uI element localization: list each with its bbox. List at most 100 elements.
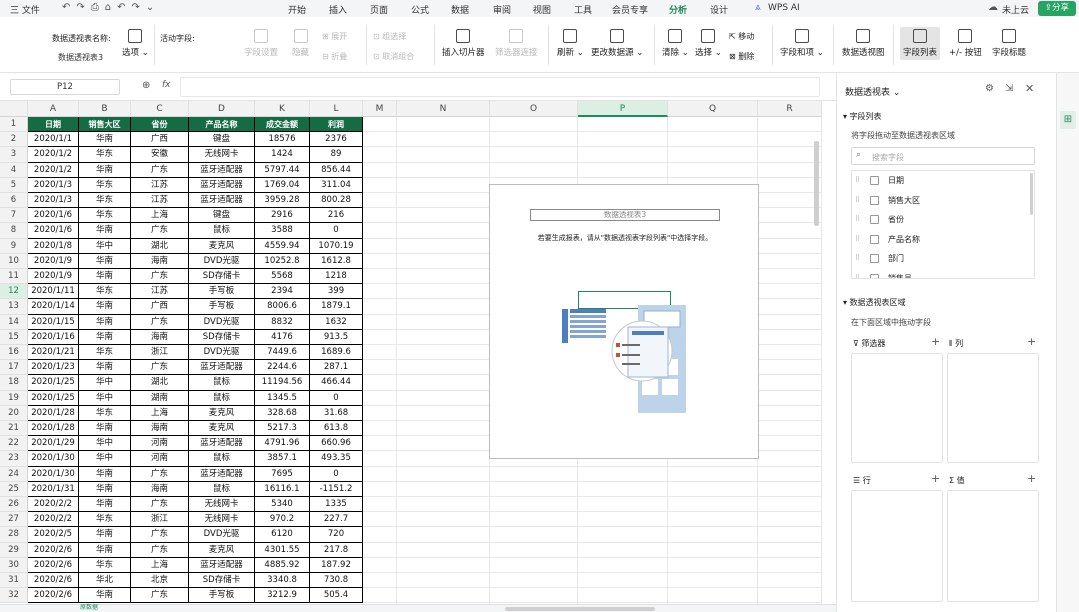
table-cell[interactable]: 5797.44: [255, 162, 310, 178]
column-header-c[interactable]: C: [131, 101, 189, 117]
row-header[interactable]: 21: [0, 421, 28, 437]
table-cell[interactable]: DVD光驱: [189, 345, 255, 361]
search-input[interactable]: 搜索字段: [872, 152, 904, 163]
table-cell[interactable]: 7695: [255, 466, 310, 482]
table-cell[interactable]: 鼠标: [189, 223, 255, 239]
column-header-a[interactable]: A: [28, 101, 79, 117]
tab-page[interactable]: 页面: [370, 3, 388, 16]
fx-icon[interactable]: fx: [162, 80, 171, 90]
field-settings-button[interactable]: 字段设置: [244, 29, 278, 58]
table-cell[interactable]: 华南: [79, 253, 131, 269]
table-cell[interactable]: 3857.1: [255, 451, 310, 467]
table-cell[interactable]: 970.2: [255, 512, 310, 528]
column-header-n[interactable]: N: [397, 101, 490, 117]
table-cell[interactable]: 1769.04: [255, 177, 310, 193]
row-drop-zone[interactable]: [851, 490, 943, 602]
table-cell[interactable]: 216: [310, 208, 363, 224]
move-button[interactable]: ⇱ 移动: [729, 31, 754, 42]
table-cell[interactable]: 505.4: [310, 588, 363, 604]
table-cell[interactable]: 蓝牙适配器: [189, 177, 255, 193]
table-cell[interactable]: 1070.19: [310, 238, 363, 254]
table-cell[interactable]: 2020/1/30: [28, 451, 79, 467]
table-cell[interactable]: 湖南: [131, 390, 189, 406]
column-header-d[interactable]: D: [189, 101, 255, 117]
column-header-k[interactable]: K: [255, 101, 310, 117]
table-cell[interactable]: 466.44: [310, 375, 363, 391]
field-item-label[interactable]: 部门: [888, 253, 904, 264]
table-cell[interactable]: SD存储卡: [189, 573, 255, 589]
table-cell[interactable]: 31.68: [310, 405, 363, 421]
horizontal-scrollbar-thumb[interactable]: [505, 607, 655, 611]
row-header[interactable]: 22: [0, 436, 28, 452]
table-cell[interactable]: 2020/1/3: [28, 193, 79, 209]
table-cell[interactable]: 187.92: [310, 557, 363, 573]
table-cell[interactable]: 800.28: [310, 193, 363, 209]
table-cell[interactable]: 键盘: [189, 132, 255, 148]
table-cell[interactable]: 河南: [131, 451, 189, 467]
column-header-m[interactable]: M: [363, 101, 397, 117]
table-cell[interactable]: 287.1: [310, 360, 363, 376]
table-header-cell[interactable]: 日期: [28, 117, 79, 133]
tab-analyze[interactable]: 分析: [669, 3, 688, 19]
table-cell[interactable]: 4559.94: [255, 238, 310, 254]
table-cell[interactable]: 2020/2/6: [28, 573, 79, 589]
field-item-label[interactable]: 产品名称: [888, 234, 920, 245]
row-header[interactable]: 30: [0, 557, 28, 573]
table-cell[interactable]: 3588: [255, 223, 310, 239]
quick-access-icons[interactable]: ↶↷⎙⌂↶↷⌄: [62, 2, 160, 13]
field-item-label[interactable]: 销售大区: [888, 195, 920, 206]
column-header-r[interactable]: R: [758, 101, 822, 117]
row-header[interactable]: 32: [0, 588, 28, 604]
tab-member[interactable]: 会员专享: [612, 3, 648, 16]
table-cell[interactable]: 海南: [131, 421, 189, 437]
table-cell[interactable]: 2020/2/6: [28, 557, 79, 573]
field-checkbox[interactable]: [870, 195, 879, 205]
table-cell[interactable]: 手写板: [189, 588, 255, 604]
expand-collapse-buttons-toggle[interactable]: +/- 按钮: [949, 29, 982, 58]
row-header[interactable]: 27: [0, 512, 28, 528]
table-cell[interactable]: 2020/1/25: [28, 375, 79, 391]
table-cell[interactable]: 蓝牙适配器: [189, 466, 255, 482]
table-cell[interactable]: 1632: [310, 314, 363, 330]
table-cell[interactable]: 1345.5: [255, 390, 310, 406]
hide-button[interactable]: 隐藏: [292, 29, 309, 58]
table-cell[interactable]: 麦克风: [189, 421, 255, 437]
refresh-button[interactable]: 刷新 ⌄: [557, 29, 584, 58]
table-cell[interactable]: 蓝牙适配器: [189, 557, 255, 573]
tab-design[interactable]: 设计: [710, 3, 728, 16]
pivot-chart-button[interactable]: 数据透视图: [842, 29, 885, 58]
table-cell[interactable]: 2020/2/2: [28, 497, 79, 513]
field-list-section[interactable]: ▾ 字段列表: [843, 111, 882, 122]
table-cell[interactable]: 2020/2/2: [28, 512, 79, 528]
drag-handle-icon[interactable]: ⠿: [855, 215, 861, 224]
table-cell[interactable]: 2020/1/6: [28, 208, 79, 224]
row-header[interactable]: 17: [0, 360, 28, 376]
table-cell[interactable]: 蓝牙适配器: [189, 162, 255, 178]
filter-connections-button[interactable]: 筛选器连接: [495, 29, 538, 58]
table-cell[interactable]: 无线网卡: [189, 147, 255, 163]
table-cell[interactable]: 上海: [131, 557, 189, 573]
table-cell[interactable]: 2020/2/5: [28, 527, 79, 543]
name-box[interactable]: P12: [10, 79, 120, 95]
table-cell[interactable]: 华东: [79, 557, 131, 573]
table-cell[interactable]: 2376: [310, 132, 363, 148]
table-cell[interactable]: 华南: [79, 360, 131, 376]
table-cell[interactable]: 华中: [79, 390, 131, 406]
table-cell[interactable]: 2020/1/30: [28, 466, 79, 482]
table-cell[interactable]: 856.44: [310, 162, 363, 178]
settings-icon[interactable]: ⚙: [985, 83, 994, 94]
table-cell[interactable]: 2020/1/3: [28, 177, 79, 193]
table-cell[interactable]: 浙江: [131, 345, 189, 361]
table-cell[interactable]: 海南: [131, 329, 189, 345]
table-cell[interactable]: 华中: [79, 375, 131, 391]
expand-button[interactable]: ⊞ 展开: [322, 31, 347, 42]
table-cell[interactable]: 5340: [255, 497, 310, 513]
table-cell[interactable]: 鼠标: [189, 451, 255, 467]
table-cell[interactable]: 1689.6: [310, 345, 363, 361]
insert-slicer-button[interactable]: 插入切片器: [442, 29, 485, 58]
table-cell[interactable]: 蓝牙适配器: [189, 436, 255, 452]
pivot-panel-toggle-icon[interactable]: ⊞: [1060, 111, 1076, 129]
table-cell[interactable]: 4885.92: [255, 557, 310, 573]
table-cell[interactable]: 蓝牙适配器: [189, 360, 255, 376]
table-cell[interactable]: 华东: [79, 345, 131, 361]
